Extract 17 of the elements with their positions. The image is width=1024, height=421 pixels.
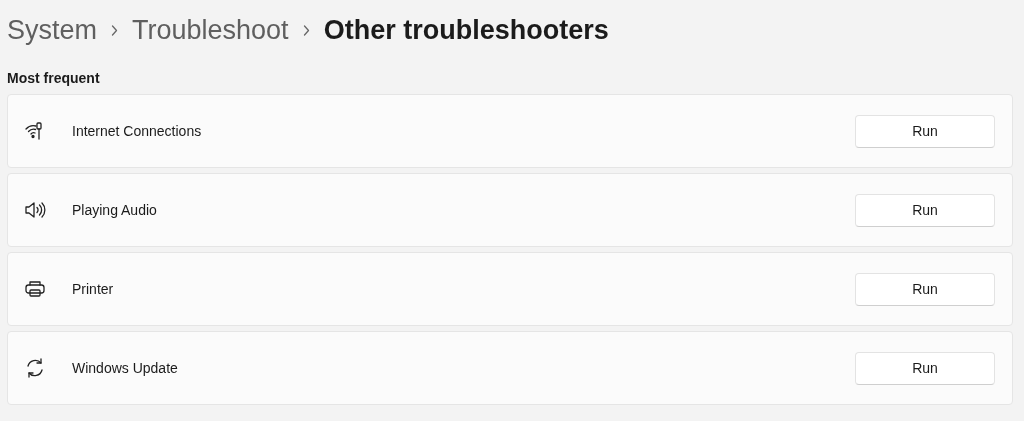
troubleshooter-name: Playing Audio (72, 200, 157, 220)
wifi-icon (24, 121, 44, 141)
run-button[interactable]: Run (855, 114, 995, 148)
run-button[interactable]: Run (855, 193, 995, 227)
troubleshooter-name: Windows Update (72, 358, 178, 378)
page-title: Other troubleshooters (323, 13, 609, 47)
speaker-icon (24, 200, 46, 220)
breadcrumb-link[interactable]: System (7, 9, 98, 51)
printer-icon (24, 279, 46, 299)
breadcrumb-link[interactable]: Troubleshoot (132, 9, 289, 51)
chevron-icon (111, 24, 119, 36)
chevron-icon (302, 24, 310, 36)
run-button[interactable]: Run (855, 272, 995, 306)
section-title: Most frequent (7, 69, 101, 86)
troubleshooter-name: Internet Connections (72, 121, 202, 141)
troubleshooter-name: Printer (72, 279, 114, 299)
run-button[interactable]: Run (855, 351, 995, 385)
